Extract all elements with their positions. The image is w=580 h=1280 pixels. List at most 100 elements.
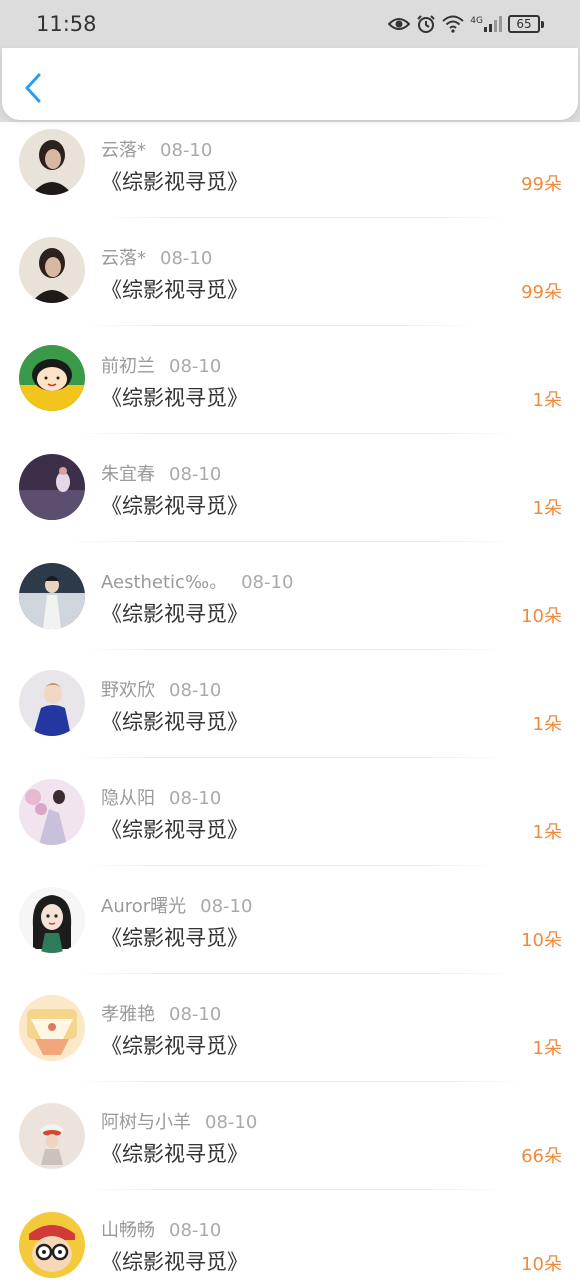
avatar[interactable]	[19, 129, 85, 195]
sender-name: Auror曙光	[101, 896, 187, 917]
sender-line: Auror曙光 08-10	[101, 892, 252, 918]
divider	[70, 1081, 530, 1082]
sender-name: Aesthetic‰。	[101, 572, 228, 593]
list-item[interactable]: 云落* 08-10 《综影视寻觅》 99朵	[0, 230, 580, 338]
gift-amount: 99朵	[521, 174, 562, 195]
battery-level: 65	[508, 15, 540, 33]
book-title: 《综影视寻觅》	[101, 710, 248, 734]
sender-name: 前初兰	[101, 356, 155, 377]
divider	[60, 541, 520, 542]
sender-name: 孝雅艳	[101, 1004, 155, 1025]
book-title: 《综影视寻觅》	[101, 1034, 248, 1058]
list-item[interactable]: 野欢欣 08-10 《综影视寻觅》 1朵	[0, 662, 580, 770]
book-title: 《综影视寻觅》	[101, 170, 248, 194]
gift-amount: 1朵	[532, 714, 562, 735]
sender-line: 云落* 08-10	[101, 244, 212, 270]
divider	[80, 649, 510, 650]
sender-line: 孝雅艳 08-10	[101, 1000, 221, 1026]
sender-name: 朱宜春	[101, 464, 155, 485]
send-date: 08-10	[169, 788, 222, 809]
sender-name: 隐从阳	[101, 788, 155, 809]
sender-line: 云落* 08-10	[101, 136, 212, 162]
avatar[interactable]	[19, 1212, 85, 1278]
sender-name: 阿树与小羊	[101, 1112, 191, 1133]
divider	[80, 325, 480, 326]
divider	[80, 1189, 510, 1190]
sender-name: 云落*	[101, 248, 146, 269]
sender-line: 阿树与小羊 08-10	[101, 1108, 257, 1134]
book-title: 《综影视寻觅》	[101, 278, 248, 302]
avatar[interactable]	[19, 237, 85, 303]
send-date: 08-10	[241, 572, 294, 593]
gift-amount: 1朵	[532, 390, 562, 411]
book-title: 《综影视寻觅》	[101, 1142, 248, 1166]
gift-amount: 66朵	[521, 1146, 562, 1167]
gift-amount: 1朵	[532, 1038, 562, 1059]
avatar[interactable]	[19, 345, 85, 411]
send-date: 08-10	[200, 896, 253, 917]
send-date: 08-10	[169, 1004, 222, 1025]
status-bar: 11:58 4G 65	[0, 0, 580, 48]
list-item[interactable]: 朱宜春 08-10 《综影视寻觅》 1朵	[0, 446, 580, 554]
book-title: 《综影视寻觅》	[101, 602, 248, 626]
gift-amount: 1朵	[532, 822, 562, 843]
gift-amount: 10朵	[521, 1254, 562, 1275]
gift-amount: 99朵	[521, 282, 562, 303]
list-item[interactable]: 孝雅艳 08-10 《综影视寻觅》 1朵	[0, 986, 580, 1094]
send-date: 08-10	[169, 1220, 222, 1241]
divider	[80, 865, 500, 866]
list-item[interactable]: 隐从阳 08-10 《综影视寻觅》 1朵	[0, 770, 580, 878]
eye-icon	[388, 16, 411, 32]
top-nav-bar	[2, 48, 578, 120]
sender-line: 野欢欣 08-10	[101, 676, 221, 702]
wifi-icon	[442, 15, 464, 33]
battery-icon: 65	[508, 15, 544, 33]
gift-amount: 10朵	[521, 606, 562, 627]
gift-record-list: 云落* 08-10 《综影视寻觅》 99朵 云落* 08-10 《综影视寻觅》 99…	[0, 122, 580, 1280]
send-date: 08-10	[169, 464, 222, 485]
avatar[interactable]	[19, 670, 85, 736]
sender-line: 山畅畅 08-10	[101, 1216, 221, 1242]
book-title: 《综影视寻觅》	[101, 818, 248, 842]
sender-line: 前初兰 08-10	[101, 352, 221, 378]
list-item[interactable]: 云落* 08-10 《综影视寻觅》 99朵	[0, 122, 580, 230]
alarm-icon	[416, 14, 436, 34]
sender-name: 山畅畅	[101, 1220, 155, 1241]
avatar[interactable]	[19, 995, 85, 1061]
divider	[70, 757, 510, 758]
divider	[100, 217, 510, 218]
sender-line: Aesthetic‰。 08-10	[101, 568, 293, 594]
send-date: 08-10	[160, 248, 213, 269]
list-item[interactable]: Aesthetic‰。 08-10 《综影视寻觅》 10朵	[0, 554, 580, 662]
back-button[interactable]	[16, 70, 50, 106]
list-item[interactable]: Auror曙光 08-10 《综影视寻觅》 10朵	[0, 878, 580, 986]
sender-name: 云落*	[101, 140, 146, 161]
gift-amount: 10朵	[521, 930, 562, 951]
avatar[interactable]	[19, 887, 85, 953]
book-title: 《综影视寻觅》	[101, 386, 248, 410]
book-title: 《综影视寻觅》	[101, 1250, 248, 1274]
send-date: 08-10	[205, 1112, 258, 1133]
status-icons: 4G 65	[388, 14, 544, 34]
book-title: 《综影视寻觅》	[101, 494, 248, 518]
list-item[interactable]: 山畅畅 08-10 《综影视寻觅》 10朵	[0, 1202, 580, 1280]
book-title: 《综影视寻觅》	[101, 926, 248, 950]
status-time: 11:58	[36, 12, 97, 36]
avatar[interactable]	[19, 779, 85, 845]
divider	[70, 973, 520, 974]
send-date: 08-10	[169, 680, 222, 701]
send-date: 08-10	[160, 140, 213, 161]
avatar[interactable]	[19, 563, 85, 629]
divider	[70, 433, 520, 434]
sender-name: 野欢欣	[101, 680, 155, 701]
signal-icon: 4G	[470, 16, 502, 32]
sender-line: 隐从阳 08-10	[101, 784, 221, 810]
chevron-left-icon	[25, 73, 41, 103]
avatar[interactable]	[19, 1103, 85, 1169]
list-item[interactable]: 阿树与小羊 08-10 《综影视寻觅》 66朵	[0, 1094, 580, 1202]
list-item[interactable]: 前初兰 08-10 《综影视寻觅》 1朵	[0, 338, 580, 446]
network-type: 4G	[470, 16, 483, 26]
avatar[interactable]	[19, 454, 85, 520]
gift-amount: 1朵	[532, 498, 562, 519]
sender-line: 朱宜春 08-10	[101, 460, 221, 486]
